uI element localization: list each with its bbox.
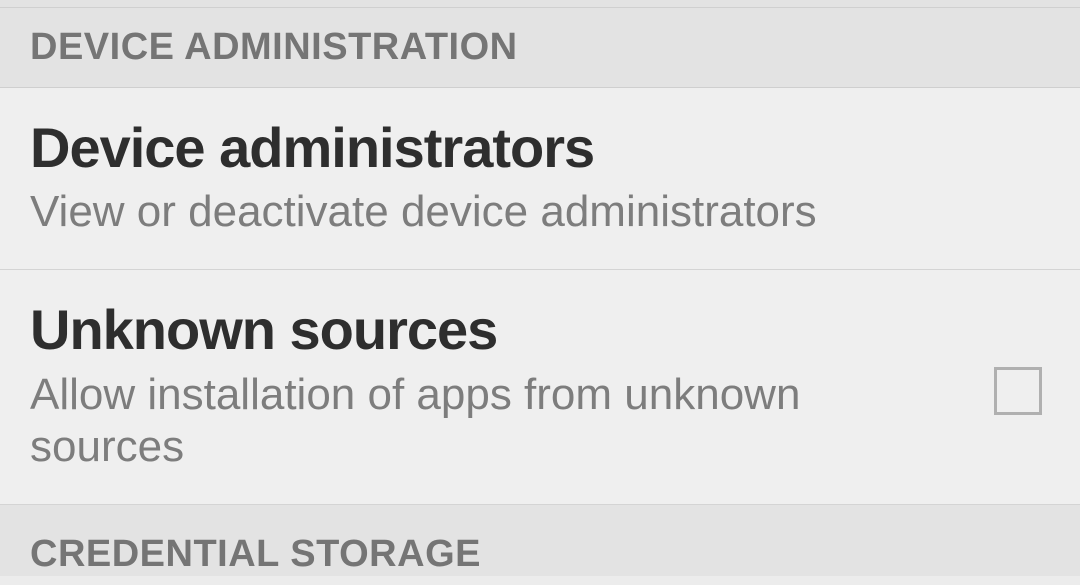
setting-item-text: Unknown sources Allow installation of ap… xyxy=(30,298,954,474)
section-header-label: DEVICE ADMINISTRATION xyxy=(30,26,1050,69)
unknown-sources-checkbox[interactable] xyxy=(994,367,1042,415)
setting-item-device-administrators[interactable]: Device administrators View or deactivate… xyxy=(0,88,1080,270)
section-header-credential-storage: CREDENTIAL STORAGE xyxy=(0,505,1080,576)
setting-item-title: Unknown sources xyxy=(30,298,954,362)
section-header-label: CREDENTIAL STORAGE xyxy=(30,533,1050,576)
setting-item-unknown-sources[interactable]: Unknown sources Allow installation of ap… xyxy=(0,270,1080,505)
setting-item-text: Device administrators View or deactivate… xyxy=(30,116,1050,239)
top-divider xyxy=(0,0,1080,8)
setting-item-subtitle: Allow installation of apps from unknown … xyxy=(30,369,900,475)
section-header-device-administration: DEVICE ADMINISTRATION xyxy=(0,8,1080,88)
setting-item-title: Device administrators xyxy=(30,116,1050,180)
setting-item-subtitle: View or deactivate device administrators xyxy=(30,186,900,239)
